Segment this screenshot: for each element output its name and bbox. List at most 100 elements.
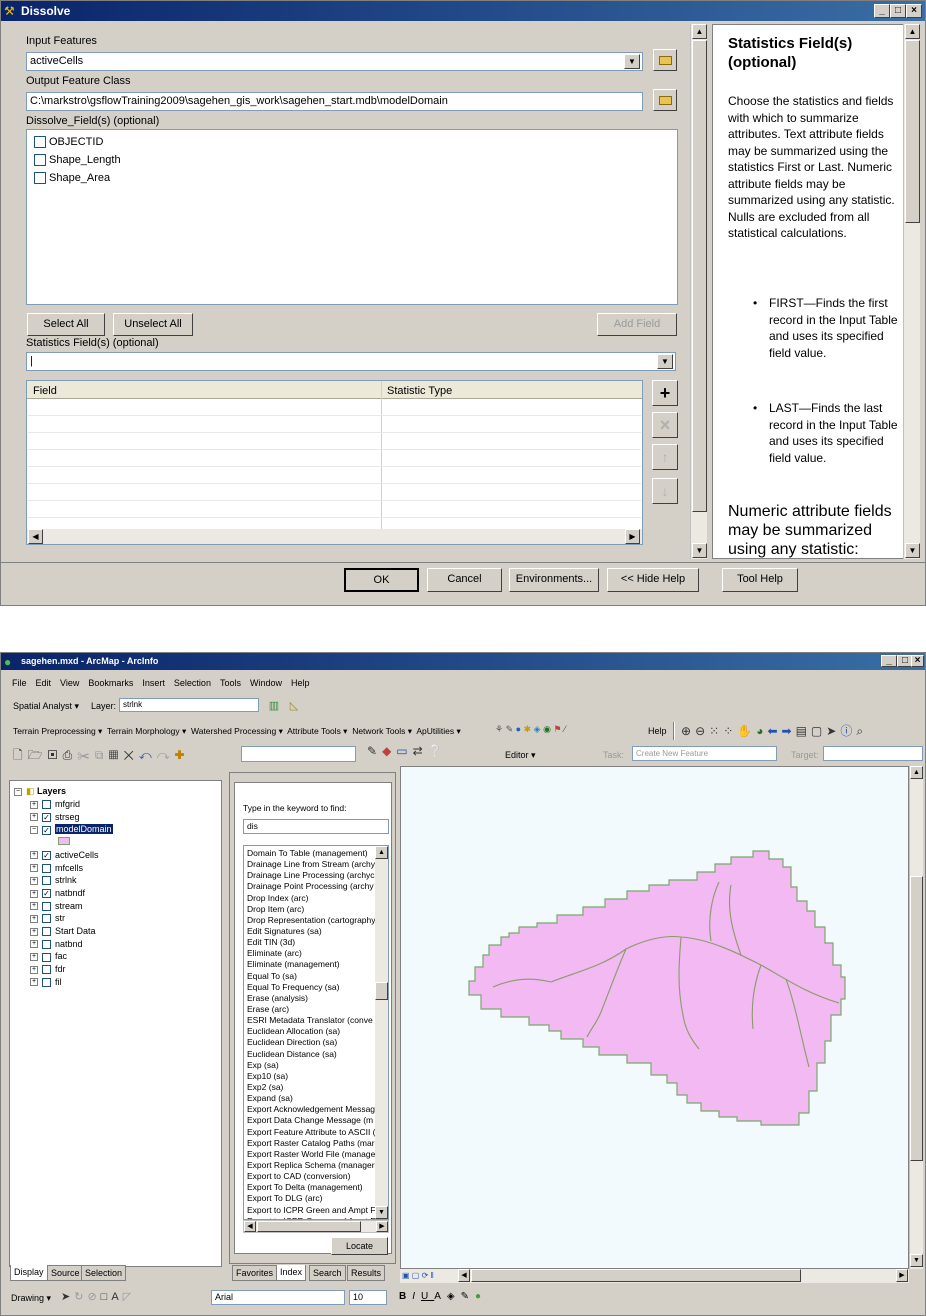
layer-visibility-checkbox[interactable]: ✓: [42, 812, 51, 822]
scroll-thumb[interactable]: [257, 1221, 361, 1232]
marker-color-icon[interactable]: ●: [475, 1291, 487, 1302]
whats-this-icon[interactable]: ❔: [428, 744, 448, 758]
tool-index-item[interactable]: Euclidean Direction (sa): [247, 1037, 375, 1048]
save-icon[interactable]: ▣: [48, 748, 63, 762]
font-size-dropdown[interactable]: 10: [349, 1290, 387, 1305]
scroll-down-icon[interactable]: ▼: [910, 1254, 923, 1267]
tool-index-item[interactable]: Export Raster World File (manage: [247, 1149, 375, 1160]
checkbox[interactable]: [34, 172, 46, 185]
menu-terrain-morphology[interactable]: Terrain Morphology ▾: [107, 726, 186, 736]
fill-color-icon[interactable]: ◈: [447, 1291, 461, 1302]
layer-visibility-checkbox[interactable]: ✓: [42, 889, 51, 899]
expand-icon[interactable]: +: [30, 978, 38, 987]
layer-visibility-checkbox[interactable]: [42, 800, 51, 810]
menu-tools[interactable]: Tools: [220, 678, 241, 688]
layer-visibility-checkbox[interactable]: [42, 939, 51, 949]
expand-icon[interactable]: +: [30, 953, 38, 962]
form-scrollbar[interactable]: ▲ ▼: [690, 24, 707, 559]
map-vscroll[interactable]: ▲ ▼: [909, 766, 923, 1269]
field-checkbox-shape-length[interactable]: Shape_Length: [34, 151, 121, 169]
pan-icon[interactable]: ✋: [737, 724, 756, 738]
expand-icon[interactable]: +: [30, 965, 38, 974]
maximize-button[interactable]: □: [890, 4, 906, 18]
delete-icon[interactable]: ✕: [124, 748, 139, 762]
map-display[interactable]: [400, 766, 909, 1269]
environments-button[interactable]: Environments...: [509, 568, 599, 592]
tool-index-item[interactable]: Export Replica Schema (manager: [247, 1160, 375, 1171]
add-row-button[interactable]: +: [652, 380, 678, 406]
layer-visibility-checkbox[interactable]: [42, 914, 51, 924]
scroll-up-icon[interactable]: ▲: [910, 766, 923, 779]
browse-output-button[interactable]: [653, 89, 677, 111]
tool-index-item[interactable]: Exp10 (sa): [247, 1071, 375, 1082]
arcmap-title-bar[interactable]: sagehen.mxd - ArcMap - ArcInfo: [1, 653, 925, 670]
menu-view[interactable]: View: [60, 678, 79, 688]
tool-index-item[interactable]: Drainage Line Processing (archyc: [247, 870, 375, 881]
expand-icon[interactable]: −: [30, 826, 38, 835]
minimize-button[interactable]: _: [874, 4, 890, 18]
pointer-icon[interactable]: ➤: [826, 724, 840, 738]
expand-icon[interactable]: +: [30, 876, 38, 885]
editor-menu[interactable]: Editor ▾: [505, 750, 536, 761]
expand-icon[interactable]: +: [30, 864, 38, 873]
rectangle-icon[interactable]: □: [101, 1291, 112, 1303]
tool-index-item[interactable]: Drainage Line from Stream (archy: [247, 859, 375, 870]
unselect-all-button[interactable]: Unselect All: [113, 313, 193, 336]
layer-strseg[interactable]: + ✓ strseg: [30, 811, 80, 824]
underline-icon[interactable]: U: [421, 1291, 434, 1302]
layer-natbndf[interactable]: + ✓ natbndf: [30, 887, 85, 900]
editor-toolbar-icon[interactable]: ✎: [367, 744, 382, 758]
browse-input-button[interactable]: [653, 49, 677, 71]
hydro-tool-icon[interactable]: ✱: [524, 724, 532, 734]
scroll-down-icon[interactable]: ▼: [905, 543, 920, 558]
layer-stream[interactable]: + stream: [30, 900, 83, 913]
move-up-button[interactable]: ↑: [652, 444, 678, 470]
map-hscroll[interactable]: ▣ ▢ ⟳ ‖ ◀ ▶: [400, 1269, 909, 1283]
find-icon[interactable]: ⌕: [856, 724, 867, 738]
close-button[interactable]: ×: [911, 655, 924, 667]
redo-icon[interactable]: ↷: [157, 748, 175, 762]
zoom-whole-page-icon[interactable]: ⊘: [87, 1291, 100, 1303]
tool-index-item[interactable]: Export to ICPR Green and Ampt F: [247, 1205, 375, 1216]
copy-icon[interactable]: ⧉: [95, 748, 109, 762]
clear-selection-icon[interactable]: ▢: [811, 724, 826, 738]
profile-icon[interactable]: ◺: [287, 699, 301, 713]
collapse-icon[interactable]: −: [14, 787, 22, 796]
layer-visibility-checkbox[interactable]: [42, 927, 51, 937]
layer-visibility-checkbox[interactable]: [42, 977, 51, 987]
spatial-analyst-menu[interactable]: Spatial Analyst ▾: [13, 701, 79, 712]
scroll-thumb[interactable]: [375, 982, 388, 1000]
expand-icon[interactable]: +: [30, 940, 38, 949]
model-builder-icon[interactable]: ⇄: [413, 744, 428, 758]
select-elements-icon[interactable]: ➤: [61, 1291, 74, 1303]
scroll-left-icon[interactable]: ◀: [28, 529, 43, 544]
layer-fil[interactable]: + fil: [30, 976, 62, 989]
cut-icon[interactable]: ✂: [77, 748, 95, 762]
tab-source[interactable]: Source: [47, 1265, 84, 1281]
locate-button[interactable]: Locate: [331, 1237, 388, 1255]
layout-view-icons[interactable]: ▣ ▢ ⟳ ‖: [402, 1271, 434, 1280]
scroll-up-icon[interactable]: ▲: [692, 24, 707, 39]
layer-strlnk[interactable]: + strlnk: [30, 874, 77, 887]
layer-natbnd[interactable]: + natbnd: [30, 938, 83, 951]
bold-icon[interactable]: B: [399, 1291, 412, 1302]
paste-icon[interactable]: ▦: [109, 748, 124, 762]
scroll-thumb[interactable]: [910, 876, 923, 1161]
menu-aputilities[interactable]: ApUtilities ▾: [416, 726, 460, 736]
tab-display[interactable]: Display: [10, 1265, 48, 1281]
tool-index-item[interactable]: Export Raster Catalog Paths (mar: [247, 1138, 375, 1149]
undo-icon[interactable]: ↶: [139, 748, 157, 762]
expand-icon[interactable]: +: [30, 851, 38, 860]
tool-index-item[interactable]: Export Acknowledgement Messag: [247, 1104, 375, 1115]
font-color-icon[interactable]: A: [434, 1291, 447, 1302]
layer-visibility-checkbox[interactable]: ✓: [42, 850, 51, 860]
layer-visibility-checkbox[interactable]: [42, 952, 51, 962]
expand-icon[interactable]: +: [30, 800, 38, 809]
text-icon[interactable]: A: [111, 1291, 122, 1303]
expand-icon[interactable]: +: [30, 902, 38, 911]
target-dropdown[interactable]: [823, 746, 923, 761]
tab-search[interactable]: Search: [309, 1265, 346, 1281]
expand-icon[interactable]: +: [30, 889, 38, 898]
tool-index-item[interactable]: Eliminate (management): [247, 959, 375, 970]
tool-index-item[interactable]: Eliminate (arc): [247, 948, 375, 959]
